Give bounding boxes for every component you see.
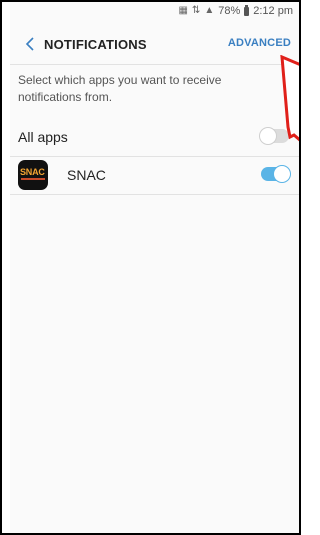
snac-app-icon: SNAC xyxy=(18,160,48,190)
status-bar: ▦ ⇅ ▲ 78% 2:12 pm xyxy=(10,0,299,24)
app-bar: NOTIFICATIONS ADVANCED xyxy=(10,24,299,64)
divider xyxy=(10,64,299,65)
app-row-snac[interactable]: SNAC SNAC xyxy=(10,157,299,193)
app-name: SNAC xyxy=(67,167,106,183)
network-icon: ⇅ xyxy=(191,5,201,16)
status-icons: ▦ ⇅ ▲ 78% 2:12 pm xyxy=(178,4,293,17)
advanced-button[interactable]: ADVANCED xyxy=(228,37,291,49)
divider xyxy=(10,194,299,195)
status-time: 2:12 pm xyxy=(253,5,293,17)
signal-icon: ▲ xyxy=(204,5,215,16)
all-apps-row[interactable]: All apps xyxy=(10,119,299,155)
description-text: Select which apps you want to receive no… xyxy=(18,73,222,104)
notifications-screen: ▦ ⇅ ▲ 78% 2:12 pm NOTIFICATIONS ADVANCED… xyxy=(10,0,299,533)
battery-percent: 78% xyxy=(218,5,241,17)
all-apps-label: All apps xyxy=(18,129,68,145)
page-title: NOTIFICATIONS xyxy=(44,37,147,52)
snac-toggle[interactable] xyxy=(261,166,290,182)
back-button[interactable] xyxy=(16,30,44,58)
chevron-left-icon xyxy=(25,37,34,51)
battery-icon xyxy=(244,4,250,16)
notification-icon: ▦ xyxy=(178,5,188,16)
toggle-knob xyxy=(260,128,276,144)
all-apps-toggle[interactable] xyxy=(260,128,289,144)
toggle-knob xyxy=(274,166,290,182)
